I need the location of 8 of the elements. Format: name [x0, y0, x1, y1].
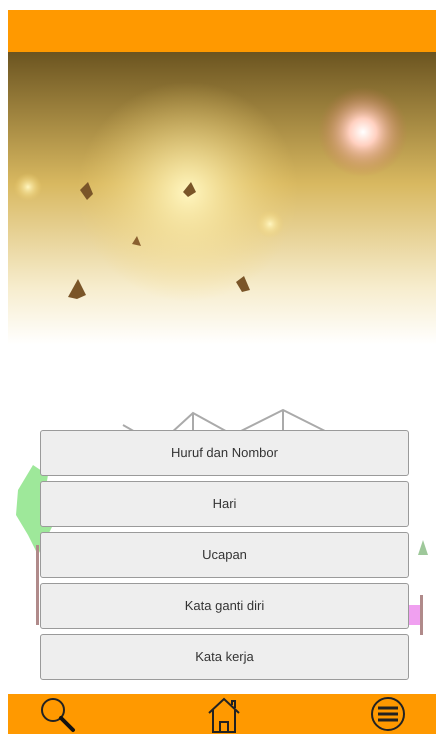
home-icon[interactable]	[206, 696, 242, 734]
menu-button[interactable]: Ucapan	[40, 532, 409, 578]
menu-icon[interactable]	[370, 696, 406, 732]
menu-button[interactable]: Huruf dan Nombor	[40, 430, 409, 476]
search-icon[interactable]	[38, 696, 78, 734]
menu-button[interactable]: Hari	[40, 481, 409, 527]
menu-button[interactable]: Kata ganti diri	[40, 583, 409, 629]
menu-button[interactable]: Kata kerja	[40, 634, 409, 680]
